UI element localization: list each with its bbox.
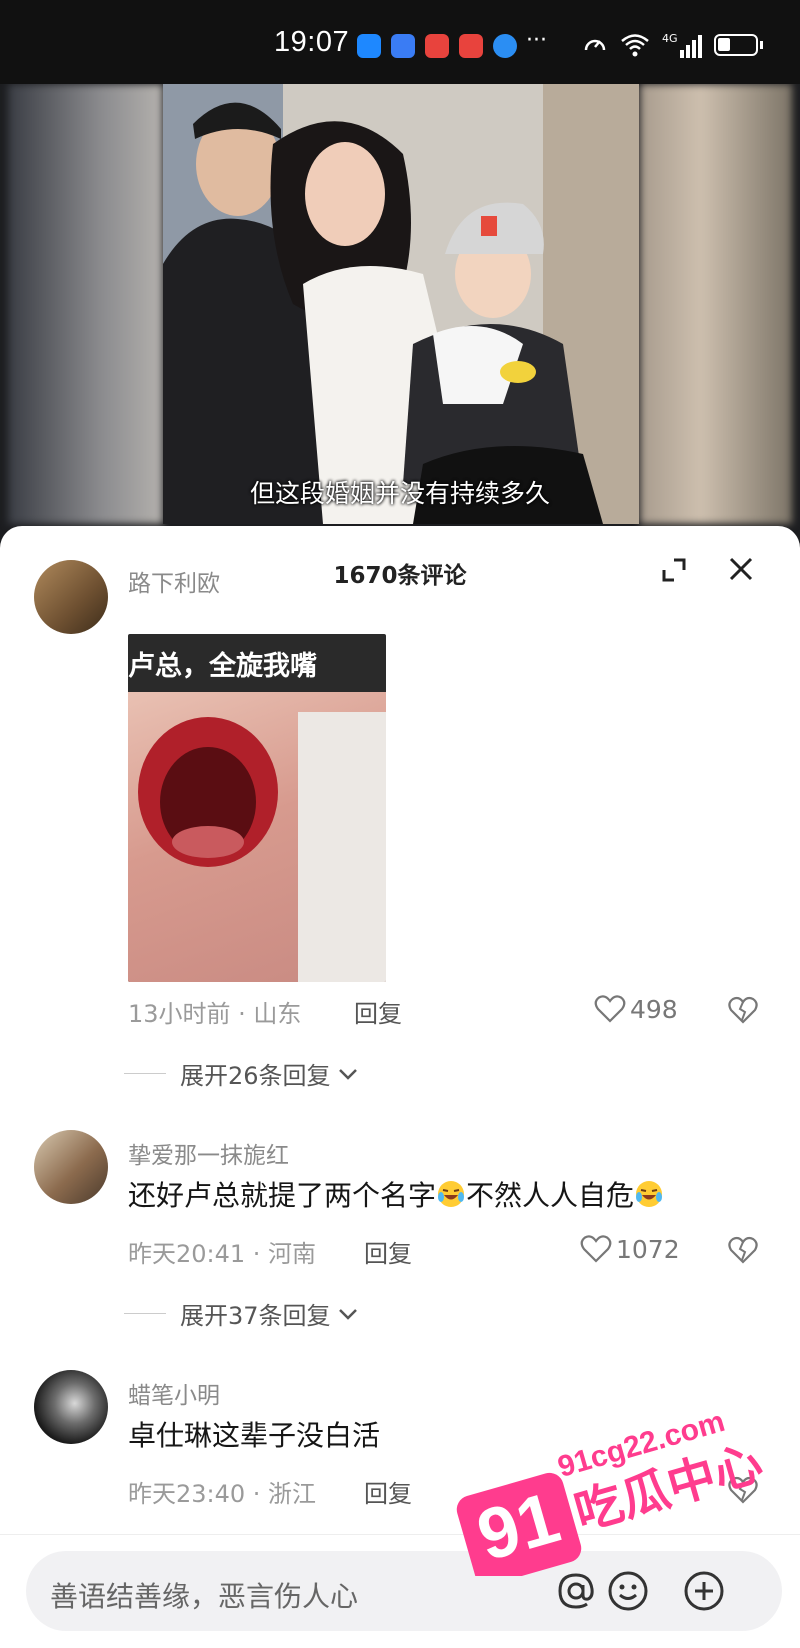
reply-button[interactable]: 回复 [354,994,402,1029]
expand-replies-label: 展开26条回复 [180,1062,331,1090]
signal-app-icon [391,34,415,58]
video-player[interactable]: 但这段婚姻并没有持续多久 [0,84,800,544]
video-scene [163,84,639,524]
shop-app-icon [425,34,449,58]
video-blur-right [640,84,792,524]
more-notifications: ··· [526,28,547,53]
heart-icon [594,995,626,1023]
comment-text: 卓仕琳这辈子没白活 [128,1419,381,1452]
video-blur-left [8,84,163,524]
comment-input-placeholder: 善语结善缘，恶言伤人心 [50,1580,359,1613]
browser-app-icon [493,34,517,58]
expand-replies-label: 展开37条回复 [180,1302,331,1330]
close-icon[interactable] [726,554,756,584]
notification-icons [357,34,517,58]
dislike-icon[interactable] [728,1236,758,1264]
watermark-logo: 91 91cg22.com 吃瓜中心 [456,1405,769,1586]
avatar[interactable] [34,1130,108,1204]
chevron-down-icon [338,1308,357,1320]
wifi-icon [621,34,649,57]
comment-text-part: 还好卢总就提了两个名字 [128,1179,437,1212]
reply-button[interactable]: 回复 [364,1474,412,1509]
watermark: 91 91cg22.com 吃瓜中心 [448,1396,788,1586]
video-frame [163,84,639,524]
like-button[interactable]: 498 [594,994,678,1024]
comment-image-caption: 卢总，全旋我嘴 [128,651,317,682]
video-subtitle: 但这段婚姻并没有持续多久 [249,479,550,508]
status-time: 19:07 [274,26,350,58]
expand-icon[interactable] [660,556,688,584]
comment-time-location: 13小时前 · 山东 [128,1000,302,1028]
reply-button[interactable]: 回复 [364,1234,412,1269]
avatar[interactable] [34,1370,108,1444]
speed-icon [584,39,606,51]
avatar[interactable] [34,560,108,634]
laughing-emoji-icon [636,1181,663,1207]
like-button[interactable]: 1072 [580,1234,680,1264]
message-app-icon [357,34,381,58]
shop-app-icon [459,34,483,58]
battery-icon [714,34,763,56]
chevron-down-icon [338,1068,357,1080]
system-icons: 4G [582,32,763,58]
comment-time-location: 昨天23:40 · 浙江 [128,1480,317,1508]
comment-time-location: 昨天20:41 · 河南 [128,1240,317,1268]
status-bar: 19:07 ··· 4G [0,0,800,84]
comment-image-picture [128,692,386,982]
heart-icon [580,1235,612,1263]
comment-text: 还好卢总就提了两个名字 不然人人自危 [128,1174,664,1214]
laughing-emoji-icon [438,1181,465,1207]
like-count: 1072 [616,1234,680,1264]
dislike-icon[interactable] [728,996,758,1024]
comment-username[interactable]: 路下利欧 [128,564,220,598]
expand-replies-button[interactable]: 展开37条回复 [124,1296,359,1331]
comment-text-part: 不然人人自危 [466,1179,635,1212]
comment-username[interactable]: 蜡笔小明 [128,1376,220,1410]
cellular-icon: 4G [662,32,702,58]
expand-replies-button[interactable]: 展开26条回复 [124,1056,359,1091]
comment-username[interactable]: 挚爱那一抹旎红 [128,1136,289,1170]
comment-image[interactable]: 卢总，全旋我嘴 [128,634,386,982]
network-type: 4G [662,32,678,45]
like-count: 498 [630,994,678,1024]
